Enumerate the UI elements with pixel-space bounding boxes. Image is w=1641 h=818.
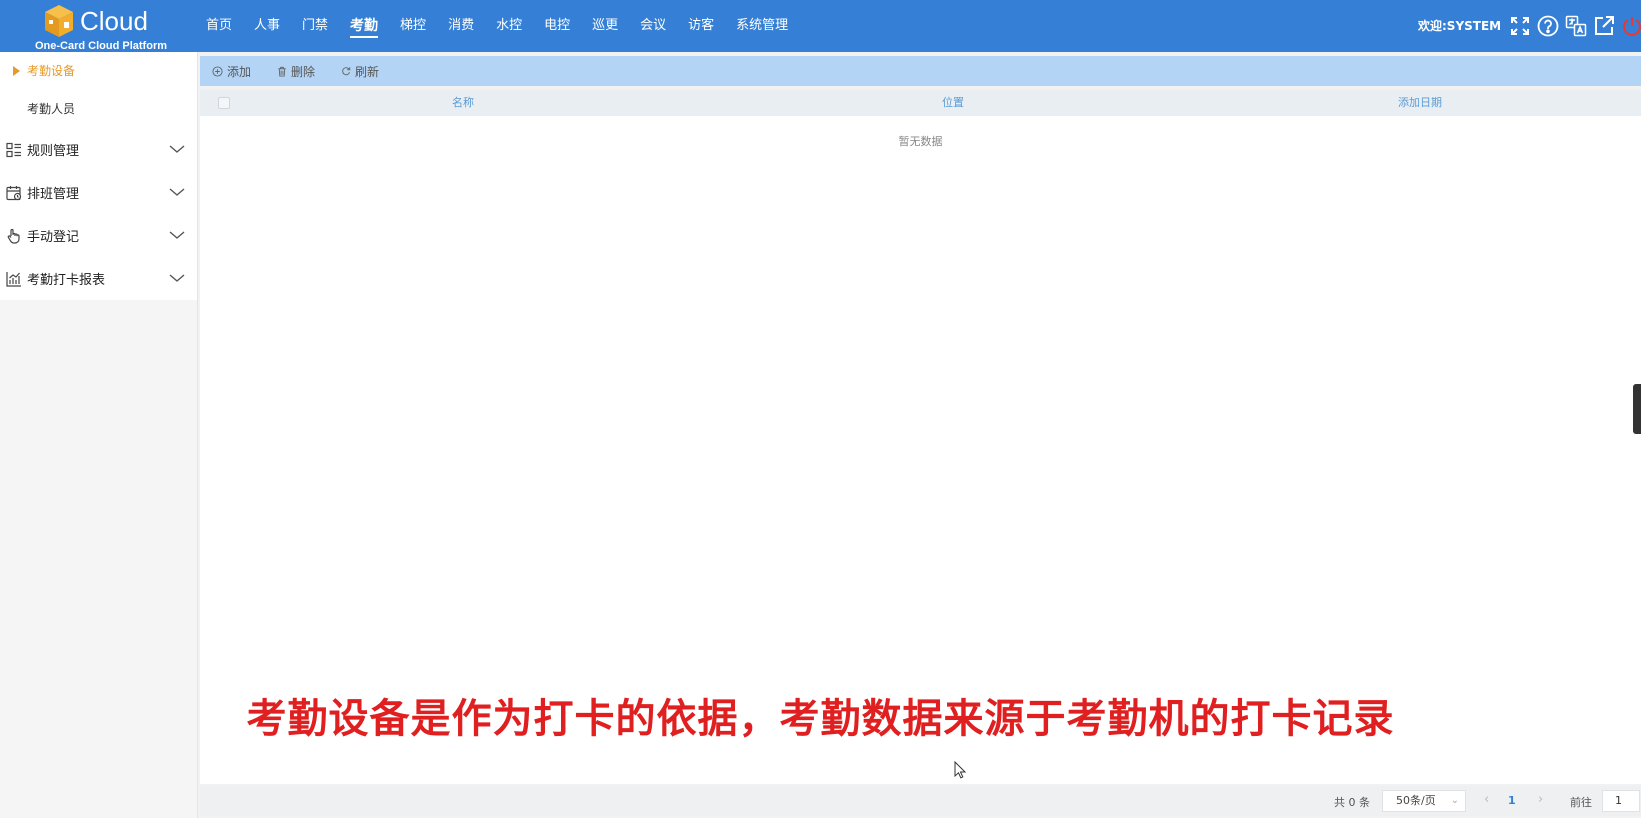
chevron-down-icon [169, 188, 185, 196]
goto-page-input[interactable]: 1 [1602, 790, 1640, 812]
nav-power-control[interactable]: 电控 [536, 0, 578, 52]
table-header: 名称 位置 添加日期 [200, 90, 1641, 116]
delete-button[interactable]: 删除 [277, 63, 315, 80]
active-triangle-icon [13, 66, 20, 76]
sidebar-item-attendance-staff[interactable]: 考勤人员 [0, 90, 197, 128]
logo-subtitle: One-Card Cloud Platform [35, 40, 168, 52]
chevron-down-icon [169, 231, 185, 239]
empty-state-text: 暂无数据 [898, 135, 943, 148]
next-page-button[interactable]: › [1538, 792, 1543, 807]
toolbar: 添加 删除 刷新 [200, 56, 1641, 86]
chevron-down-icon: ⌄ [1450, 795, 1459, 806]
nav-elevator-control[interactable]: 梯控 [392, 0, 434, 52]
external-link-icon[interactable] [1592, 14, 1616, 38]
top-bar: Cloud One-Card Cloud Platform 首页 人事 门禁 考… [0, 0, 1641, 52]
rules-list-icon [6, 142, 21, 157]
sidebar-group-attendance-report[interactable]: 考勤打卡报表 [0, 257, 197, 300]
prev-page-button[interactable]: ‹ [1484, 792, 1489, 807]
pagination: 共 0 条 50条/页 ⌄ ‹ 1 › 前往 1 [200, 786, 1641, 816]
delete-button-label: 删除 [291, 64, 316, 79]
chevron-down-icon [169, 145, 185, 153]
sidebar-item-label: 考勤人员 [27, 102, 76, 116]
sidebar-item-label: 考勤设备 [27, 64, 76, 78]
page-size-value: 50条/页 [1396, 794, 1436, 807]
mouse-cursor-icon [954, 761, 966, 779]
cube-logo-icon [45, 5, 73, 37]
nav-consumption[interactable]: 消费 [440, 0, 482, 52]
nav-water-control[interactable]: 水控 [488, 0, 530, 52]
nav-visitor[interactable]: 访客 [680, 0, 722, 52]
sidebar-group-rules[interactable]: 规则管理 [0, 128, 197, 171]
table-body: 暂无数据 [200, 116, 1641, 784]
fullscreen-icon[interactable] [1508, 14, 1532, 38]
nav-system-management[interactable]: 系统管理 [728, 0, 796, 52]
sidebar-group-label: 排班管理 [27, 187, 80, 202]
top-icon-bar [1508, 14, 1641, 38]
select-all-checkbox[interactable] [218, 97, 230, 109]
calendar-icon [6, 185, 22, 200]
nav-home[interactable]: 首页 [198, 0, 240, 52]
page-number-current[interactable]: 1 [1508, 794, 1516, 807]
language-icon[interactable] [1564, 14, 1588, 38]
trash-icon [278, 66, 286, 77]
help-icon[interactable] [1536, 14, 1560, 38]
logo-wordmark: Cloud [80, 6, 148, 36]
nav-meeting[interactable]: 会议 [632, 0, 674, 52]
add-button-label: 添加 [227, 64, 252, 79]
refresh-icon [342, 67, 351, 76]
attendance-submenu: 考勤设备 考勤人员 [0, 52, 197, 128]
total-count: 共 0 条 [1334, 796, 1370, 809]
page-size-select[interactable]: 50条/页 ⌄ [1382, 790, 1466, 812]
sidebar-group-scheduling[interactable]: 排班管理 [0, 171, 197, 214]
logo[interactable]: Cloud One-Card Cloud Platform [30, 2, 170, 52]
side-scroll-handle[interactable] [1633, 384, 1641, 434]
refresh-button[interactable]: 刷新 [341, 63, 379, 80]
power-icon[interactable] [1620, 14, 1641, 38]
nav-attendance[interactable]: 考勤 [342, 0, 386, 52]
nav-access-control[interactable]: 门禁 [294, 0, 336, 52]
sidebar-group-label: 规则管理 [27, 144, 80, 159]
main-nav: 首页 人事 门禁 考勤 梯控 消费 水控 电控 巡更 会议 访客 系统管理 [198, 0, 802, 52]
add-circle-icon [212, 65, 223, 77]
add-button[interactable]: 添加 [212, 63, 251, 80]
video-subtitle: 考勤设备是作为打卡的依据，考勤数据来源于考勤机的打卡记录 [246, 696, 1395, 742]
goto-label: 前往 [1570, 796, 1592, 809]
chevron-down-icon [169, 274, 185, 282]
nav-patrol[interactable]: 巡更 [584, 0, 626, 52]
column-header-date-added[interactable]: 添加日期 [1398, 90, 1442, 116]
bar-chart-icon [6, 271, 21, 287]
sidebar-group-label: 手动登记 [27, 230, 80, 245]
sidebar-item-attendance-devices[interactable]: 考勤设备 [0, 52, 197, 90]
sidebar-group-manual-registration[interactable]: 手动登记 [0, 214, 197, 257]
welcome-text: 欢迎:SYSTEM [1418, 19, 1502, 33]
nav-personnel[interactable]: 人事 [246, 0, 288, 52]
column-header-name[interactable]: 名称 [452, 90, 474, 116]
refresh-button-label: 刷新 [355, 64, 380, 79]
hand-pointer-icon [7, 228, 20, 244]
sidebar-group-label: 考勤打卡报表 [27, 273, 106, 288]
column-header-location[interactable]: 位置 [942, 90, 964, 116]
